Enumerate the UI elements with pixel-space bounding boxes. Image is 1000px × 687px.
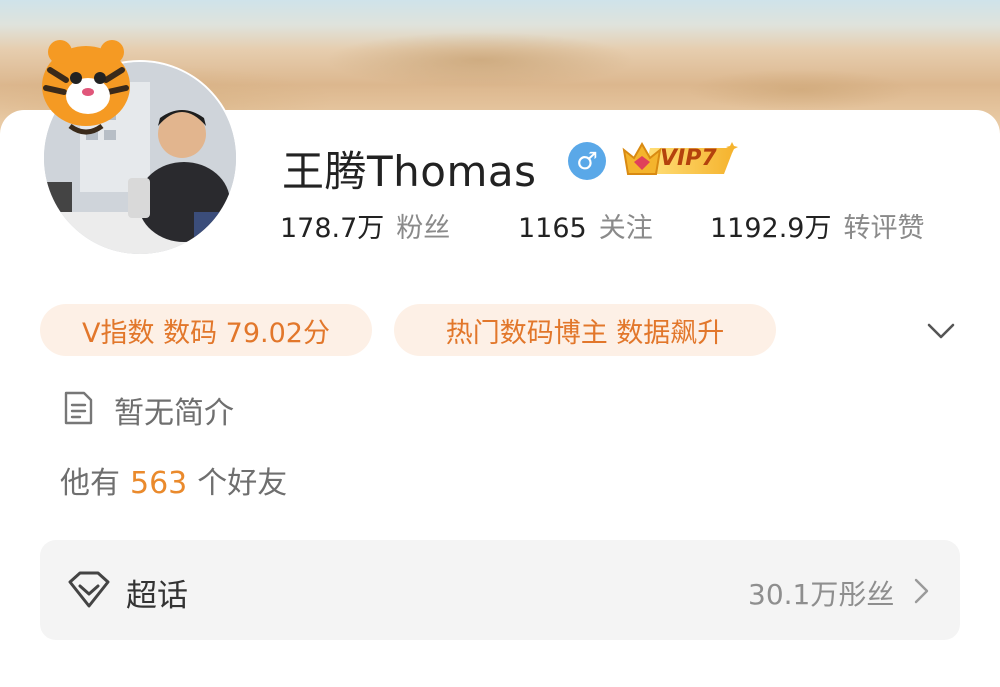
- stat-following[interactable]: 1165 关注: [518, 206, 653, 245]
- stat-label: 关注: [598, 213, 653, 244]
- tag-hot-blogger[interactable]: 热门数码博主 数据飙升: [394, 304, 776, 356]
- tiger-avatar-pendant-icon: [42, 40, 130, 135]
- friends-count-line[interactable]: 他有 563 个好友: [60, 458, 287, 502]
- male-gender-icon: ♂: [568, 142, 606, 180]
- chevron-down-icon[interactable]: [926, 316, 956, 346]
- stat-value: 1192.9万: [710, 213, 832, 244]
- bio-text: 暂无简介: [114, 396, 234, 431]
- stat-value: 1165: [518, 213, 587, 244]
- stat-fans[interactable]: 178.7万 粉丝: [280, 206, 450, 245]
- document-icon: [64, 391, 93, 425]
- tag-v-index[interactable]: V指数 数码 79.02分: [40, 304, 372, 356]
- stat-reposts-comments-likes[interactable]: 1192.9万 转评赞: [710, 206, 924, 245]
- supertopic-label: 超话: [126, 578, 188, 614]
- diamond-icon: [68, 571, 110, 608]
- stat-label: 粉丝: [396, 213, 451, 244]
- friends-prefix: 他有: [60, 466, 120, 501]
- friends-suffix: 个好友: [197, 466, 288, 501]
- stat-value: 178.7万: [280, 213, 385, 244]
- profile-name: 王腾Thomas: [282, 147, 537, 196]
- supertopic-fans: 30.1万彤丝: [748, 578, 895, 611]
- friends-count: 563: [130, 466, 188, 501]
- chevron-right-icon: [914, 578, 929, 604]
- vip-level-label: VIP7: [660, 146, 717, 171]
- stat-label: 转评赞: [843, 213, 925, 244]
